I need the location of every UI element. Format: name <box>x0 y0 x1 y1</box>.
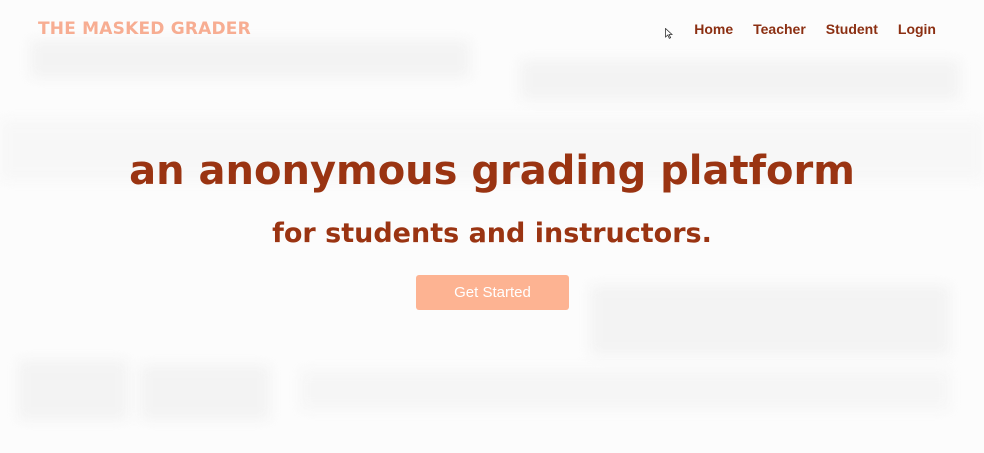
get-started-button[interactable]: Get Started <box>416 275 569 310</box>
background-shape <box>520 60 960 100</box>
hero-title: an anonymous grading platform <box>129 148 855 194</box>
nav-link-teacher[interactable]: Teacher <box>753 21 806 37</box>
nav-link-student[interactable]: Student <box>826 21 878 37</box>
mouse-pointer-icon <box>665 28 673 39</box>
background-shape <box>18 360 128 420</box>
main-nav: Home Teacher Student Login <box>694 21 936 37</box>
hero-subtitle: for students and instructors. <box>272 218 712 249</box>
background-shape <box>300 370 950 410</box>
nav-link-login[interactable]: Login <box>898 21 936 37</box>
nav-link-home[interactable]: Home <box>694 21 733 37</box>
brand-logo[interactable]: THE MASKED GRADER <box>38 19 251 39</box>
background-shape <box>140 365 270 420</box>
landing-page: THE MASKED GRADER Home Teacher Student L… <box>0 0 984 453</box>
top-navbar: THE MASKED GRADER Home Teacher Student L… <box>0 0 984 58</box>
background-shape <box>590 285 950 355</box>
